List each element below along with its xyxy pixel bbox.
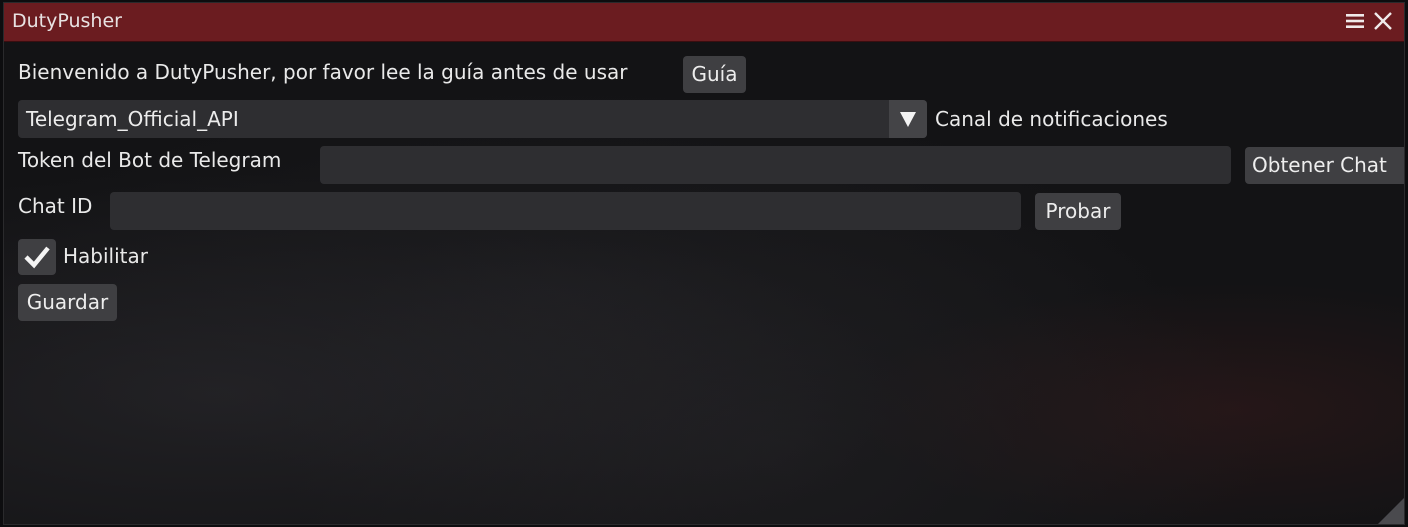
- dutypusher-window: DutyPusher Bienvenido a DutyPusher, por …: [3, 2, 1405, 525]
- channel-select[interactable]: Telegram_Official_API: [18, 100, 927, 138]
- guide-button[interactable]: Guía: [683, 56, 746, 93]
- enable-checkbox[interactable]: [18, 239, 56, 275]
- title-bar[interactable]: DutyPusher: [4, 3, 1404, 42]
- window-title: DutyPusher: [12, 10, 122, 32]
- bot-token-label: Token del Bot de Telegram: [18, 148, 282, 172]
- triangle-down-icon: [900, 112, 916, 127]
- get-chat-button[interactable]: Obtener Chat: [1245, 147, 1404, 184]
- resize-grip[interactable]: [1378, 498, 1404, 524]
- dropdown-arrow-button[interactable]: [889, 100, 927, 138]
- close-icon[interactable]: [1373, 11, 1393, 31]
- chat-id-label: Chat ID: [18, 194, 93, 218]
- enable-label: Habilitar: [63, 244, 148, 268]
- channel-label: Canal de notificaciones: [935, 107, 1168, 131]
- channel-select-value: Telegram_Official_API: [26, 107, 239, 131]
- checkmark-icon: [24, 246, 50, 269]
- bot-token-input[interactable]: [320, 146, 1231, 184]
- chat-id-input[interactable]: [110, 192, 1021, 230]
- hamburger-menu-icon[interactable]: [1345, 11, 1365, 31]
- save-button[interactable]: Guardar: [18, 284, 117, 321]
- test-button[interactable]: Probar: [1035, 193, 1121, 230]
- welcome-text: Bienvenido a DutyPusher, por favor lee l…: [18, 60, 628, 84]
